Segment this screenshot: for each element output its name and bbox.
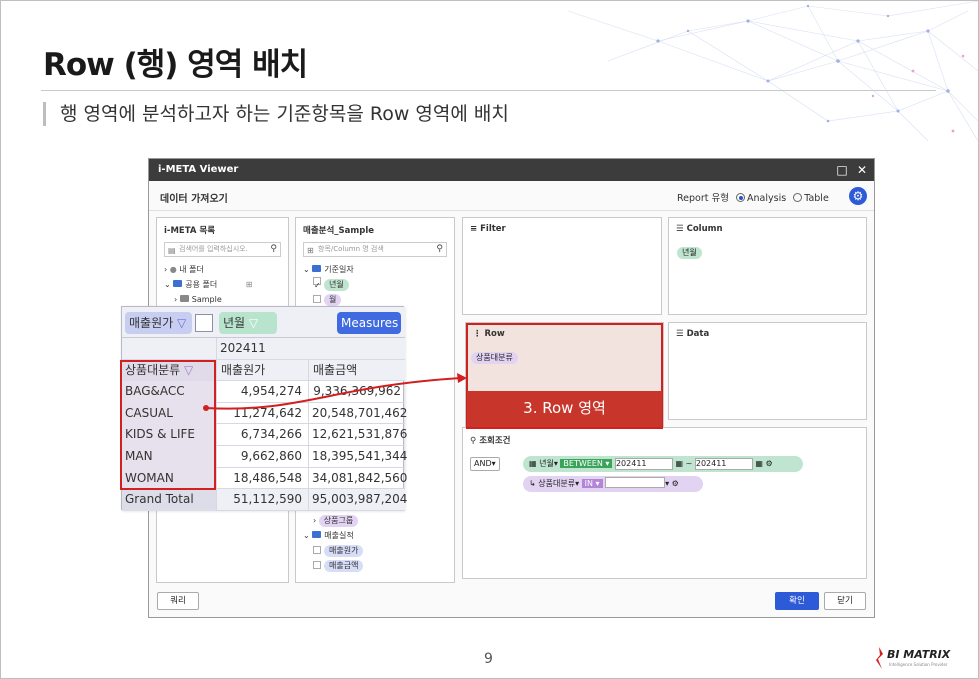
drag-arrow bbox=[205, 377, 462, 410]
slide: Row (행) 영역 배치 행 영역에 분석하고자 하는 기준항목을 Row 영… bbox=[0, 0, 979, 679]
arrow-head bbox=[457, 373, 467, 383]
logo-text: BI MATRIX bbox=[887, 648, 951, 661]
page-number: 9 bbox=[484, 651, 493, 667]
arrow-origin bbox=[203, 405, 209, 411]
bi-matrix-logo: BI MATRIX Intelligence Solution Provider bbox=[873, 646, 953, 672]
arrow-overlay bbox=[203, 373, 467, 411]
logo-mark-icon bbox=[876, 647, 883, 669]
logo-subtext: Intelligence Solution Provider bbox=[889, 662, 948, 667]
